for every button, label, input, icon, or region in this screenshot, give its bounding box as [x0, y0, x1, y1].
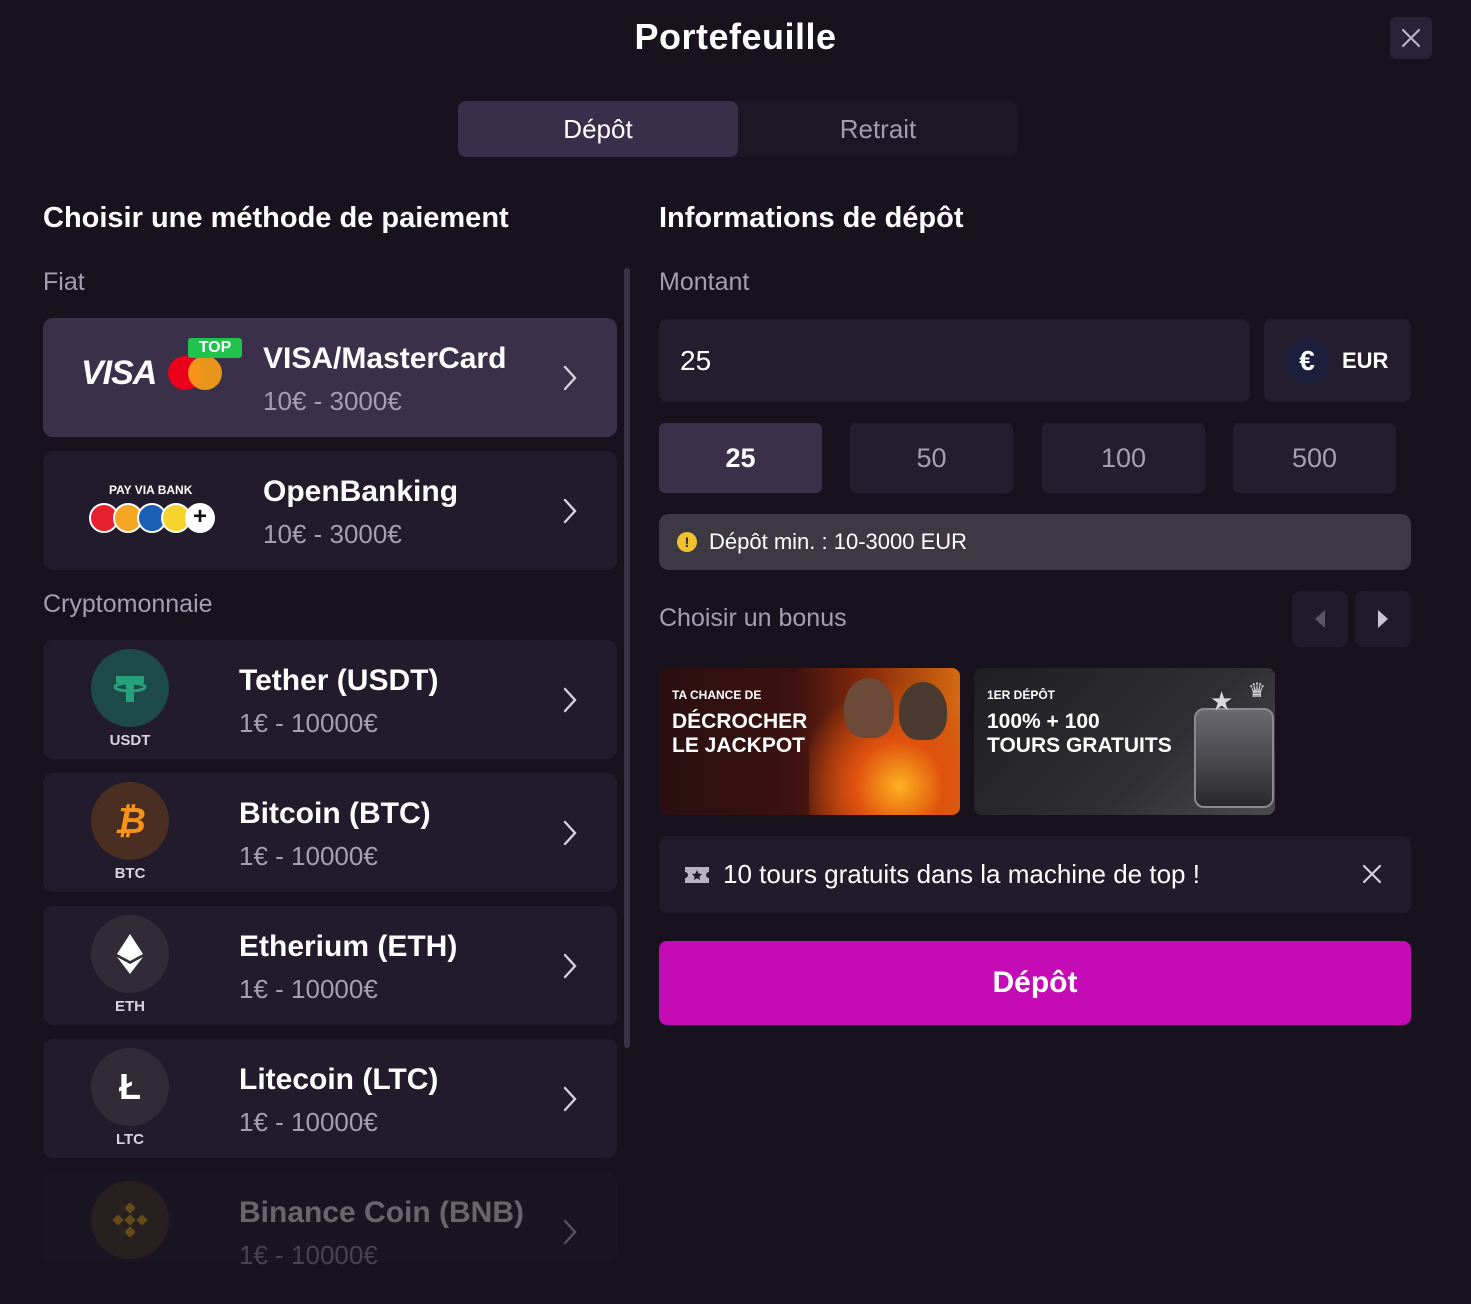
deposit-info-heading: Informations de dépôt [659, 202, 964, 234]
payment-method-btc[interactable]: ₿ BTC Bitcoin (BTC) 1€ - 10000€ [43, 773, 617, 892]
selected-bonus-description: 10 tours gratuits dans la machine de top… [659, 836, 1411, 913]
preset-amount-100[interactable]: 100 [1042, 423, 1205, 493]
method-range: 10€ - 3000€ [263, 519, 402, 549]
guitarist-art [899, 682, 947, 740]
fiat-label: Fiat [43, 268, 85, 296]
method-range: 10€ - 3000€ [263, 386, 402, 416]
method-name: VISA/MasterCard [263, 342, 507, 375]
pay-via-bank-text: PAY VIA BANK [109, 483, 193, 497]
bank-logos: PAY VIA BANK + [87, 481, 227, 541]
method-range: 1€ - 10000€ [239, 1107, 378, 1137]
preset-amount-500[interactable]: 500 [1233, 423, 1396, 493]
chevron-right-icon [563, 498, 577, 524]
method-name: Binance Coin (BNB) [239, 1196, 524, 1229]
bonus-small-text: TA CHANCE DE [672, 688, 762, 702]
close-icon [1401, 28, 1421, 48]
min-deposit-text: Dépôt min. : 10-3000 EUR [709, 529, 968, 554]
method-name: Litecoin (LTC) [239, 1063, 439, 1096]
payment-method-eth[interactable]: ETH Etherium (ETH) 1€ - 10000€ [43, 906, 617, 1025]
payment-method-openbanking[interactable]: PAY VIA BANK + OpenBanking 10€ - 3000€ [43, 451, 617, 570]
payment-method-visa-mastercard[interactable]: VISA TOP VISA/MasterCard 10€ - 3000€ [43, 318, 617, 437]
currency-code: EUR [1342, 347, 1389, 373]
payment-method-ltc[interactable]: Ł LTC Litecoin (LTC) 1€ - 10000€ [43, 1039, 617, 1158]
remove-bonus-icon[interactable] [1361, 863, 1383, 885]
method-name: Tether (USDT) [239, 664, 439, 697]
method-name: Bitcoin (BTC) [239, 797, 431, 830]
bonus-big-text: DÉCROCHER LE JACKPOT [672, 710, 807, 758]
payment-method-heading: Choisir une méthode de paiement [43, 202, 509, 234]
method-range: 1€ - 10000€ [239, 974, 378, 1004]
tab-deposit[interactable]: Dépôt [458, 101, 738, 157]
tab-withdraw[interactable]: Retrait [738, 101, 1018, 157]
bonus-line-1: DÉCROCHER [672, 710, 808, 733]
warning-icon: ! [677, 532, 697, 552]
visa-mastercard-logo: VISA TOP [81, 338, 251, 408]
binance-icon [91, 1181, 169, 1259]
plus-icon: + [185, 503, 215, 533]
bonus-description-text: 10 tours gratuits dans la machine de top… [723, 859, 1200, 889]
coin-symbol: USDT [109, 732, 151, 749]
method-range: 1€ - 10000€ [239, 708, 378, 738]
currency-selector[interactable]: € EUR [1264, 319, 1411, 402]
slot-machine-art [1194, 708, 1274, 808]
payment-method-usdt[interactable]: USDT Tether (USDT) 1€ - 10000€ [43, 640, 617, 759]
method-range: 1€ - 10000€ [239, 841, 378, 871]
amount-label: Montant [659, 268, 750, 296]
chevron-right-icon [563, 687, 577, 713]
bonus-card-jackpot[interactable]: TA CHANCE DE DÉCROCHER LE JACKPOT [659, 668, 960, 815]
coin-symbol: LTC [115, 1131, 145, 1148]
bonus-line-1: 100% + 100 [987, 710, 1100, 733]
rock-singer-art [844, 678, 894, 738]
bonus-label: Choisir un bonus [659, 604, 847, 632]
wallet-tabs: Dépôt Retrait [458, 101, 1018, 157]
ticket-icon [685, 866, 709, 883]
method-name: Etherium (ETH) [239, 930, 458, 963]
ethereum-icon [91, 915, 169, 993]
euro-icon: € [1284, 337, 1330, 384]
preset-amount-50[interactable]: 50 [850, 423, 1013, 493]
coin-symbol: BTC [114, 865, 146, 882]
chevron-right-icon [563, 1086, 577, 1112]
bonus-line-2: TOURS GRATUITS [987, 734, 1172, 757]
method-range: 1€ - 10000€ [239, 1240, 378, 1270]
modal-title: Portefeuille [634, 16, 837, 57]
payment-method-bnb[interactable]: Binance Coin (BNB) 1€ - 10000€ [43, 1172, 617, 1270]
tether-icon [91, 649, 169, 727]
payment-methods-scrollbar[interactable] [624, 268, 630, 1048]
min-deposit-info: ! Dépôt min. : 10-3000 EUR [659, 514, 1411, 570]
chevron-right-icon [563, 953, 577, 979]
mastercard-icon [168, 356, 224, 390]
bonus-big-text: 100% + 100 TOURS GRATUITS [987, 710, 1172, 758]
amount-input[interactable] [659, 319, 1250, 402]
coin-symbol: ETH [115, 998, 145, 1015]
chevron-right-icon [563, 1219, 577, 1245]
bonus-small-text: 1ER DÉPÔT [987, 688, 1056, 702]
star-icon: ★ [1210, 686, 1234, 716]
visa-logo-text: VISA [81, 354, 157, 392]
close-button[interactable] [1390, 17, 1432, 59]
bonus-next-button[interactable] [1355, 591, 1411, 647]
litecoin-icon: Ł [91, 1048, 169, 1126]
chevron-right-icon [563, 365, 577, 391]
deposit-button[interactable]: Dépôt [659, 941, 1411, 1025]
bonus-card-first-deposit[interactable]: ★ ♛ 1ER DÉPÔT 100% + 100 TOURS GRATUITS [974, 668, 1275, 815]
crown-icon: ♛ [1248, 680, 1266, 702]
bonus-line-2: LE JACKPOT [672, 734, 806, 757]
method-name: OpenBanking [263, 475, 459, 508]
triangle-right-icon [1378, 610, 1388, 628]
top-badge: TOP [188, 338, 242, 358]
bonus-prev-button[interactable] [1292, 591, 1348, 647]
crypto-label: Cryptomonnaie [43, 590, 213, 618]
chevron-right-icon [563, 820, 577, 846]
bitcoin-icon: ₿ [91, 782, 169, 860]
preset-amount-25[interactable]: 25 [659, 423, 822, 493]
triangle-left-icon [1315, 610, 1325, 628]
